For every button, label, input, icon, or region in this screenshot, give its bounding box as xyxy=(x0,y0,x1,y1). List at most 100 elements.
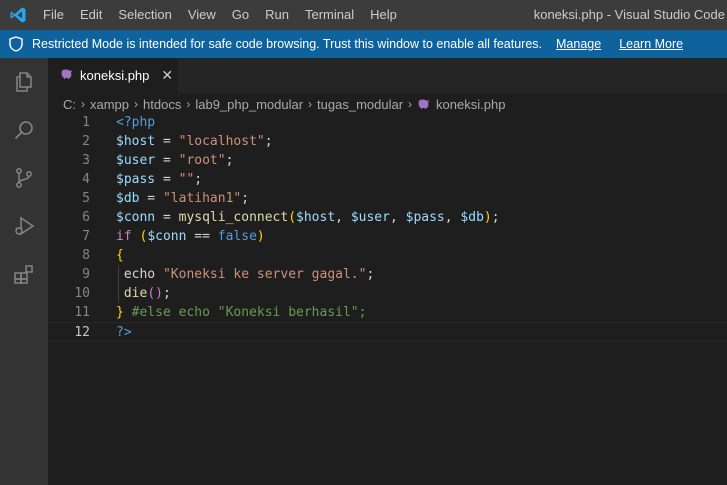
menu-bar: File Edit Selection View Go Run Terminal Help xyxy=(35,0,405,30)
chevron-right-icon: › xyxy=(134,97,139,111)
breadcrumb: C: › xampp › htdocs › lab9_php_modular ›… xyxy=(48,93,727,115)
code-editor[interactable]: 1 <?php 2 $host = "localhost"; 3 $user = "roo… xyxy=(48,113,727,485)
code-text: die(); xyxy=(116,284,171,303)
breadcrumb-item[interactable]: tugas_modular xyxy=(317,97,403,112)
code-text: } #else echo "Koneksi berhasil"; xyxy=(116,303,366,322)
code-line[interactable]: 1 <?php xyxy=(48,113,727,132)
code-token: "" xyxy=(178,172,195,187)
code-text: if ($conn == false) xyxy=(116,227,265,246)
code-token: ; xyxy=(264,134,273,149)
code-token: , xyxy=(335,210,351,225)
code-token: mysqli_connect xyxy=(178,210,289,225)
code-line[interactable]: 2 $host = "localhost"; xyxy=(48,132,727,151)
code-token: #else echo "Koneksi berhasil"; xyxy=(131,305,367,320)
code-token: ?> xyxy=(116,325,132,340)
code-token: $user xyxy=(116,153,156,168)
code-token: ; xyxy=(225,153,234,168)
line-number: 8 xyxy=(82,248,90,263)
code-token: "root" xyxy=(178,153,226,168)
run-debug-icon[interactable] xyxy=(0,202,48,250)
line-number: 9 xyxy=(82,267,90,282)
code-token: == xyxy=(186,229,218,244)
code-token: $host xyxy=(116,134,156,149)
menu-go[interactable]: Go xyxy=(224,0,257,30)
source-control-icon[interactable] xyxy=(0,154,48,202)
code-token: $conn xyxy=(147,229,187,244)
line-number: 3 xyxy=(82,153,90,168)
line-number: 12 xyxy=(74,325,90,340)
code-token: echo xyxy=(116,267,163,282)
code-line[interactable]: 12 ?> xyxy=(48,322,727,341)
code-token: = xyxy=(155,153,179,168)
window-title: koneksi.php - Visual Studio Code xyxy=(533,7,725,22)
code-line[interactable]: 7 if ($conn == false) xyxy=(48,227,727,246)
code-token: , xyxy=(389,210,406,225)
learn-more-link[interactable]: Learn More xyxy=(619,37,683,51)
code-text: $user = "root"; xyxy=(116,151,233,170)
code-token: ; xyxy=(241,191,250,206)
tab-label: koneksi.php xyxy=(80,68,150,83)
code-token: ) xyxy=(483,210,492,225)
code-token: $conn xyxy=(116,210,156,225)
breadcrumb-item[interactable]: C: xyxy=(63,97,76,112)
menu-terminal[interactable]: Terminal xyxy=(297,0,362,30)
menu-view[interactable]: View xyxy=(180,0,224,30)
line-number: 11 xyxy=(74,305,90,320)
code-token: "latihan1" xyxy=(162,191,242,206)
code-line[interactable]: 5 $db = "latihan1"; xyxy=(48,189,727,208)
menu-file[interactable]: File xyxy=(35,0,72,30)
code-line[interactable]: 10 die(); xyxy=(48,284,727,303)
code-token: "Koneksi ke server gagal." xyxy=(162,267,367,282)
php-file-icon xyxy=(417,98,431,110)
code-token: ( xyxy=(288,210,297,225)
line-number: 5 xyxy=(82,191,90,206)
shield-icon xyxy=(0,36,32,52)
tab-koneksi-php[interactable]: koneksi.php ✕ xyxy=(48,58,178,93)
menu-edit[interactable]: Edit xyxy=(72,0,110,30)
code-text: $host = "localhost"; xyxy=(116,132,273,151)
explorer-icon[interactable] xyxy=(0,58,48,106)
code-token: = xyxy=(155,210,179,225)
search-icon[interactable] xyxy=(0,106,48,154)
chevron-right-icon: › xyxy=(186,97,191,111)
code-token: ; xyxy=(162,286,171,301)
chevron-right-icon: › xyxy=(408,97,413,111)
code-token: $db xyxy=(460,210,484,225)
title-bar: File Edit Selection View Go Run Terminal Help k… xyxy=(0,0,727,30)
code-text: $conn = mysqli_connect($host, $user, $pa… xyxy=(116,208,500,227)
breadcrumb-item[interactable]: htdocs xyxy=(143,97,181,112)
code-token: , xyxy=(444,210,461,225)
restricted-mode-banner: Restricted Mode is intended for safe cod… xyxy=(0,30,727,58)
breadcrumb-item[interactable]: xampp xyxy=(90,97,129,112)
code-token: () xyxy=(147,286,163,301)
code-token: { xyxy=(116,248,124,263)
code-line[interactable]: 8{ xyxy=(48,246,727,265)
code-token: $host xyxy=(296,210,336,225)
code-text: echo "Koneksi ke server gagal."; xyxy=(116,265,374,284)
code-line[interactable]: 11 } #else echo "Koneksi berhasil"; xyxy=(48,303,727,322)
code-line[interactable]: 3 $user = "root"; xyxy=(48,151,727,170)
activity-bar xyxy=(0,58,48,485)
breadcrumb-item[interactable]: lab9_php_modular xyxy=(195,97,303,112)
close-icon[interactable]: ✕ xyxy=(161,67,173,84)
code-line[interactable]: 6 $conn = mysqli_connect($host, $user, $p… xyxy=(48,208,727,227)
manage-link[interactable]: Manage xyxy=(556,37,601,51)
extensions-icon[interactable] xyxy=(0,250,48,298)
code-line[interactable]: 9 echo "Koneksi ke server gagal."; xyxy=(48,265,727,284)
tabs-bar: koneksi.php ✕ xyxy=(48,58,727,93)
code-token: = xyxy=(155,172,179,187)
breadcrumb-item: koneksi.php xyxy=(436,96,506,112)
code-token: die xyxy=(123,286,148,301)
menu-run[interactable]: Run xyxy=(257,0,297,30)
code-token: ; xyxy=(194,172,203,187)
line-number: 7 xyxy=(82,229,90,244)
code-line[interactable]: 4 $pass = ""; xyxy=(48,170,727,189)
code-token: ) xyxy=(256,229,265,244)
banner-message: Restricted Mode is intended for safe cod… xyxy=(32,37,542,51)
breadcrumb-file[interactable]: koneksi.php xyxy=(417,97,505,112)
code-token: $user xyxy=(350,210,390,225)
menu-help[interactable]: Help xyxy=(362,0,405,30)
menu-selection[interactable]: Selection xyxy=(110,0,179,30)
